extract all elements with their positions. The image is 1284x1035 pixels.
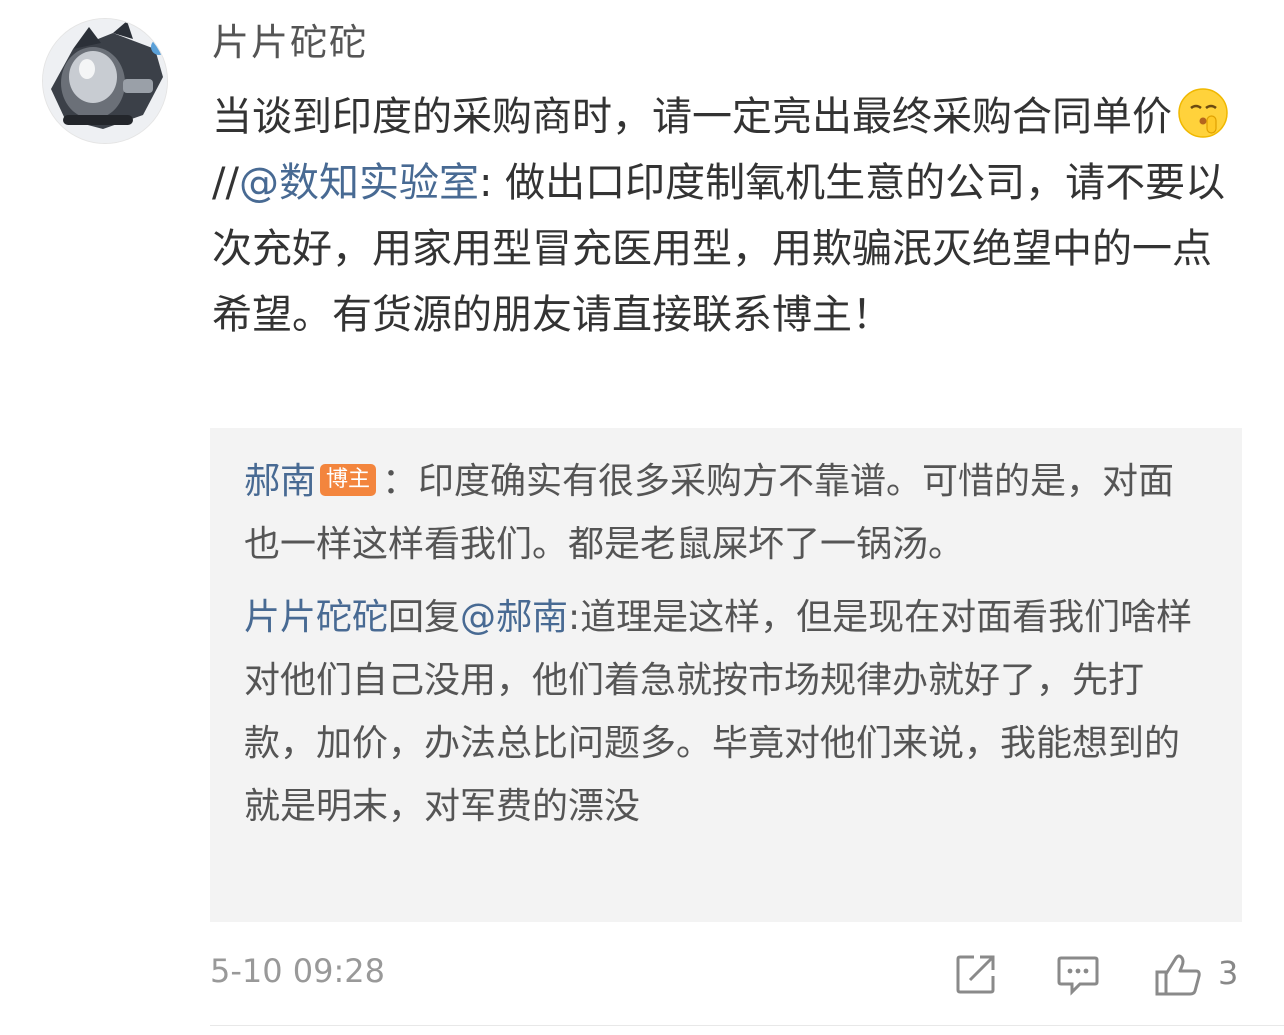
comment-footer: 5-10 09:28 3 <box>210 948 1242 1000</box>
shush-emoji-icon <box>1178 88 1228 138</box>
reply-word: 回复 <box>388 597 461 638</box>
repost-prefix: // <box>212 160 239 206</box>
comment-button[interactable] <box>1056 952 1100 1000</box>
reply-author[interactable]: 片片砣砣 <box>244 597 388 638</box>
author-badge: 博主 <box>320 464 377 496</box>
reply-item: 郝南 博主 ：印度确实有很多采购方不靠谱。可惜的是，对面也一样这样看我们。都是老鼠屎… <box>244 450 1208 576</box>
avatar[interactable] <box>42 18 168 144</box>
comment-text-part: 当谈到印度的采购商时，请一定亮出最终采购合同单价 <box>212 94 1172 140</box>
share-button[interactable] <box>954 952 998 1000</box>
share-icon <box>956 955 995 994</box>
reply-text: ：印度确实有很多采购方不靠谱。可惜的是，对面也一样这样看我们。都是老鼠屎坏了一锅… <box>244 461 1175 565</box>
divider <box>210 1025 1284 1026</box>
reply-author[interactable]: 郝南 <box>244 461 316 502</box>
comment-text: 当谈到印度的采购商时，请一定亮出最终采购合同单价 //@数知实验室: 做出口印度… <box>212 84 1242 348</box>
like-button[interactable] <box>1154 952 1204 1002</box>
reply-item: 片片砣砣回复@郝南:道理是这样，但是现在对面看我们啥样对他们自己没用，他们着急就… <box>244 586 1208 838</box>
avatar-robot-image <box>43 19 167 143</box>
comment-icon <box>1057 956 1099 996</box>
thumbs-up-icon <box>1155 954 1201 996</box>
timestamp: 5-10 09:28 <box>210 952 386 990</box>
comment-username[interactable]: 片片砣砣 <box>212 18 368 68</box>
like-count: 3 <box>1218 954 1239 992</box>
mention-link[interactable]: @数知实验室 <box>239 160 479 206</box>
reply-thread[interactable]: 郝南 博主 ：印度确实有很多采购方不靠谱。可惜的是，对面也一样这样看我们。都是老鼠屎… <box>210 428 1242 922</box>
mention-link[interactable]: @郝南 <box>460 597 568 638</box>
